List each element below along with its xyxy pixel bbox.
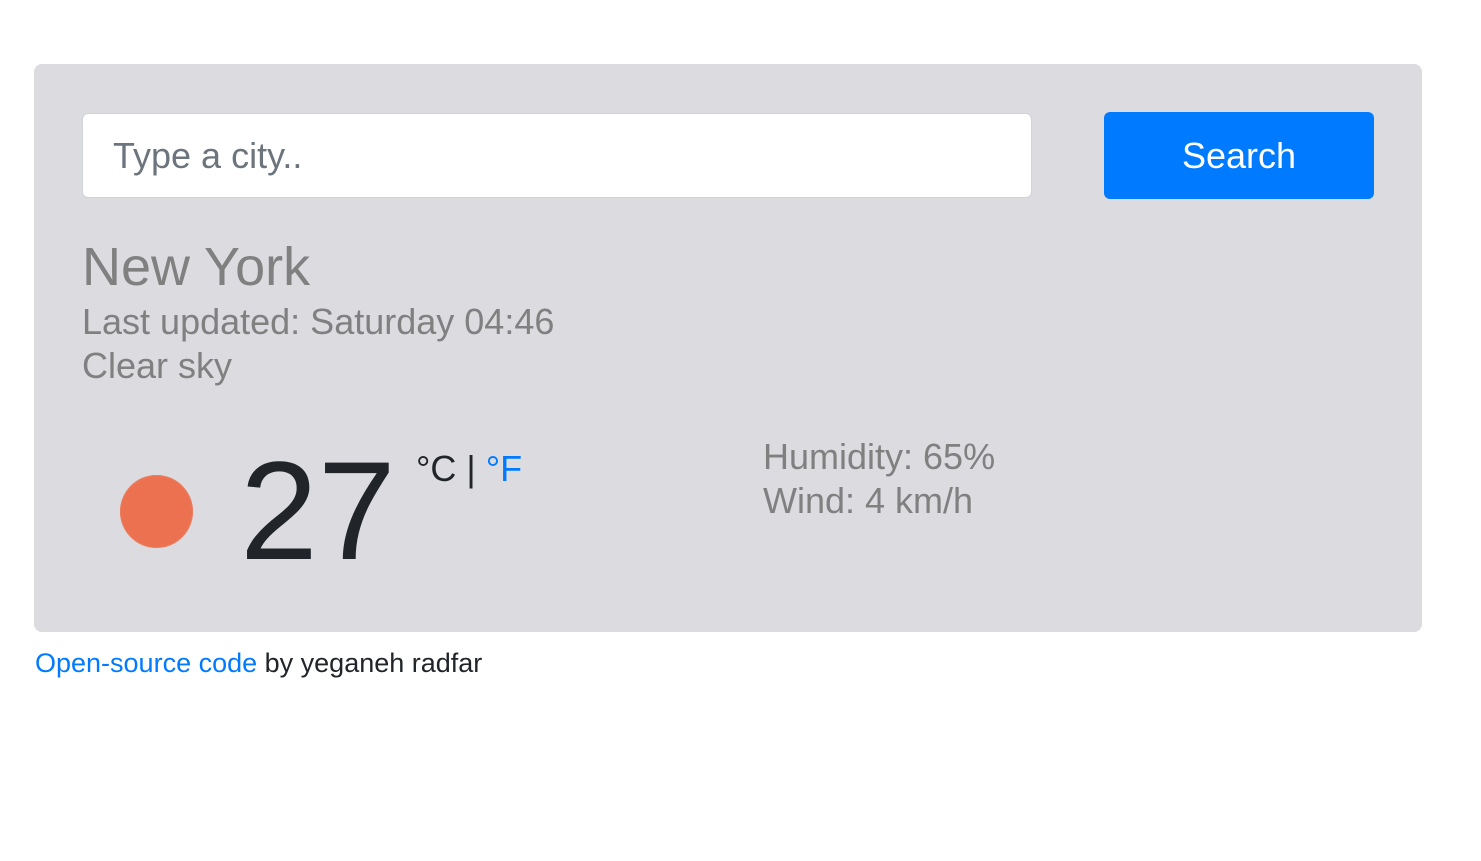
humidity-text: Humidity: 65% <box>763 436 996 477</box>
wind-text: Wind: 4 km/h <box>763 480 974 521</box>
city-search-input[interactable] <box>82 113 1032 198</box>
temperature-units: °C | °F <box>416 448 522 490</box>
temperature-value: 27 <box>240 432 396 589</box>
last-updated-text: Last updated: Saturday 04:46 <box>82 301 555 342</box>
fahrenheit-link[interactable]: °F <box>486 448 522 489</box>
footer: Open-source code by yeganeh radfar <box>35 646 482 680</box>
unit-separator: | <box>456 448 486 489</box>
open-source-link[interactable]: Open-source code <box>35 648 257 678</box>
city-name: New York <box>82 237 311 297</box>
celsius-unit: °C <box>416 448 457 489</box>
footer-author-text: by yeganeh radfar <box>257 648 483 678</box>
sun-icon <box>120 475 193 548</box>
search-button[interactable]: Search <box>1104 112 1374 199</box>
weather-card: Search New York Last updated: Saturday 0… <box>34 64 1422 632</box>
weather-description: Clear sky <box>82 345 233 386</box>
